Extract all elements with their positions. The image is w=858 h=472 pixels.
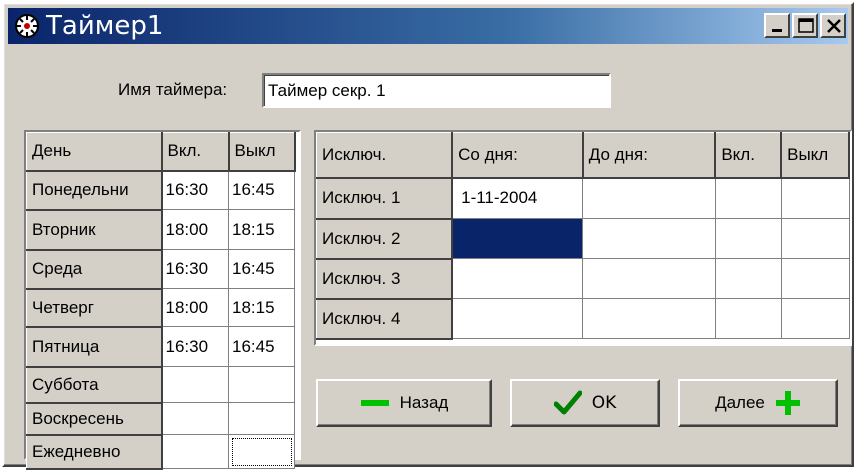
exc-row-label[interactable]: Исключ. 2 [316,218,454,260]
day-row-label[interactable]: Ежедневно [26,434,163,470]
exc-from-cell[interactable] [451,298,584,339]
day-on-cell[interactable]: 16:30 [161,249,229,289]
exc-from-cell[interactable]: 1-11-2004 [451,177,584,219]
back-button[interactable]: Назад [316,379,492,427]
maximize-button[interactable] [792,13,818,38]
exc-to-cell[interactable] [582,177,716,219]
day-row-label[interactable]: Пятница [26,326,163,368]
exc-from-cell[interactable] [451,258,584,299]
exc-header-to[interactable]: До дня: [582,132,717,179]
exc-row-label[interactable]: Исключ. 3 [316,258,454,300]
exc-on-cell[interactable] [714,258,782,299]
next-button-label: Далее [715,393,765,412]
day-off-cell[interactable]: 16:45 [228,170,295,210]
day-on-cell[interactable]: 16:30 [161,326,229,367]
days-grid: День Вкл. Выкл Понедельни 16:30 16:45 Вт… [24,130,301,470]
exc-header-off[interactable]: Выкл [780,132,850,179]
check-icon [553,390,582,415]
day-off-cell[interactable] [228,402,295,435]
timer-name-input[interactable] [262,73,611,108]
window-title: Таймер1 [46,11,164,41]
day-on-cell[interactable]: 18:00 [161,209,229,250]
exc-on-cell[interactable] [714,218,782,259]
day-off-cell[interactable] [228,366,295,403]
ok-button[interactable]: OK [510,379,660,427]
minimize-button[interactable] [764,13,790,38]
day-off-cell-focused[interactable] [228,434,295,469]
day-row-label[interactable]: Четверг [26,288,163,328]
day-on-cell[interactable]: 18:00 [161,288,229,327]
day-row-label[interactable]: Среда [26,249,163,290]
exc-to-cell[interactable] [582,258,716,299]
exc-to-cell[interactable] [582,218,716,259]
days-header-day[interactable]: День [26,132,163,172]
day-off-cell[interactable]: 16:45 [228,249,295,289]
exc-from-cell-selected[interactable] [451,218,584,259]
exc-off-cell[interactable] [780,218,850,259]
days-header-off[interactable]: Выкл [228,132,296,172]
exc-to-cell[interactable] [582,298,716,339]
exc-header-on[interactable]: Вкл. [714,132,783,179]
close-icon [827,19,841,33]
ok-button-label: OK [591,393,617,413]
exc-off-cell[interactable] [780,177,850,219]
day-row-label[interactable]: Понедельни [26,170,163,211]
day-off-cell[interactable]: 16:45 [228,326,295,367]
day-row-label[interactable]: Воскресень [26,402,163,436]
day-on-cell[interactable]: 16:30 [161,170,229,210]
minus-icon [360,400,389,406]
day-row-label[interactable]: Вторник [26,209,163,251]
day-on-cell[interactable] [161,402,229,435]
exc-on-cell[interactable] [714,298,782,339]
timer-name-label: Имя таймера: [118,80,228,99]
day-on-cell[interactable] [161,434,229,469]
day-row-label[interactable]: Суббота [26,366,163,404]
day-on-cell[interactable] [161,366,229,403]
exc-on-cell[interactable] [714,177,782,219]
timer-window: Таймер1 Имя таймера: День Вкл. Выкл Поне… [2,2,854,470]
maximize-icon [798,18,814,33]
exc-row-label[interactable]: Исключ. 1 [316,177,454,220]
back-button-label: Назад [399,393,449,412]
exceptions-grid: Исключ. Со дня: До дня: Вкл. Выкл Исключ… [314,130,852,346]
minimize-icon [772,29,782,32]
plus-icon [775,391,800,415]
exc-header-from[interactable]: Со дня: [451,132,584,179]
day-off-cell[interactable]: 18:15 [228,288,295,327]
exc-row-label[interactable]: Исключ. 4 [316,298,454,340]
exc-header-name[interactable]: Исключ. [316,132,454,179]
exc-off-cell[interactable] [780,298,850,339]
close-button[interactable] [820,13,846,38]
next-button[interactable]: Далее [678,379,838,427]
title-bar[interactable]: Таймер1 [8,8,848,44]
day-off-cell[interactable]: 18:15 [228,209,295,250]
exc-off-cell[interactable] [780,258,850,299]
days-header-on[interactable]: Вкл. [161,132,230,172]
timer-clock-icon [15,14,39,38]
